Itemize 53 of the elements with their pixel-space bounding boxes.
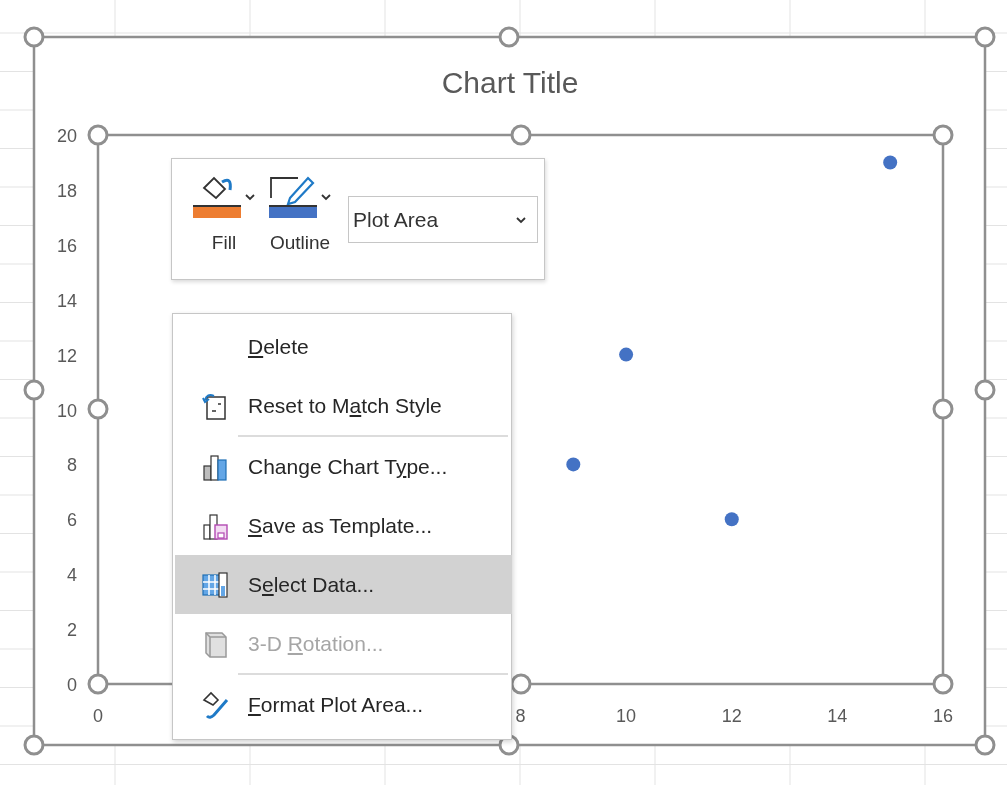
axis-label: 0 [67,675,77,695]
axis-label: 0 [93,706,103,726]
resize-handle[interactable] [87,398,109,420]
caret-icon [515,214,527,225]
resize-handle[interactable] [87,124,109,146]
chart-title: Chart Title [441,66,579,99]
axis-label: 8 [515,706,526,726]
resize-handle[interactable] [23,379,45,401]
caret-icon [320,192,332,202]
axis-label: 12 [56,345,77,366]
menu-item[interactable]: Save as Template... [175,496,512,555]
resize-handle[interactable] [974,26,996,48]
data-point[interactable] [724,512,739,527]
resize-handle[interactable] [87,673,109,695]
resize-handle[interactable] [974,734,996,756]
menu-item[interactable]: Reset to Match Style [175,376,512,435]
element-dropdown[interactable]: Plot Area [348,196,538,243]
resize-handle[interactable] [932,398,954,420]
axis-label: 16 [56,235,77,256]
data-point[interactable] [619,347,634,362]
axis-label: 14 [827,706,848,726]
axis-label: 6 [67,510,77,531]
data-point[interactable] [566,457,581,472]
brush-icon [200,689,229,720]
resize-handle[interactable] [932,124,954,146]
caret-icon [244,192,256,202]
menu-item[interactable]: Format Plot Area... [175,675,512,734]
axis-label: 4 [67,565,77,586]
axis-label: 18 [56,180,77,201]
resize-handle[interactable] [974,379,996,401]
resize-handle[interactable] [932,673,954,695]
paint-bucket-icon [192,174,242,220]
menu-item[interactable]: Change Chart Type... [175,437,512,496]
axis-label: 12 [721,706,742,726]
resize-handle[interactable] [510,673,532,695]
resize-handle[interactable] [498,26,520,48]
menu-item[interactable]: Delete [175,317,512,376]
axis-label: 2 [67,620,77,641]
data-point[interactable] [883,155,898,170]
axis-label: 10 [56,400,77,421]
axis-label: 14 [56,290,77,311]
fill-button[interactable]: Fill [192,169,256,252]
menu-item[interactable]: Select Data... [175,555,512,614]
axis-label: 16 [933,706,953,726]
axis-label: 8 [67,455,77,476]
resize-handle[interactable] [23,26,45,48]
axis-label: 20 [56,126,77,146]
pencil-icon [268,174,318,220]
outline-button[interactable]: Outline [268,169,332,252]
resize-handle[interactable] [510,124,532,146]
table-icon [200,569,229,600]
resize-handle[interactable] [23,734,45,756]
axis-label: 10 [616,706,637,726]
